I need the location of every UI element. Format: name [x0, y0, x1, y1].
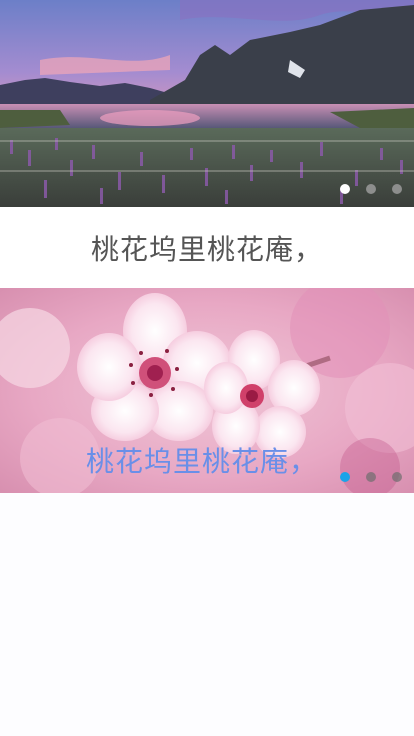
- blossom-pager[interactable]: [340, 472, 402, 482]
- pager-dot-3[interactable]: [392, 184, 402, 194]
- pager-dot-2[interactable]: [366, 472, 376, 482]
- pager-dot-2[interactable]: [366, 184, 376, 194]
- empty-content-area: [0, 493, 414, 736]
- pager-dot-1[interactable]: [340, 184, 350, 194]
- landscape-pager[interactable]: [340, 184, 402, 194]
- poem-caption: 桃花坞里桃花庵，: [0, 207, 414, 288]
- pager-dot-3[interactable]: [392, 472, 402, 482]
- poem-caption-text: 桃花坞里桃花庵，: [90, 232, 323, 266]
- pager-dot-1[interactable]: [340, 472, 350, 482]
- landscape-image: [0, 0, 414, 207]
- landscape-banner[interactable]: [0, 0, 414, 207]
- blossom-caption: 桃花坞里桃花庵，: [86, 445, 319, 478]
- blossom-banner[interactable]: 桃花坞里桃花庵，: [0, 288, 414, 493]
